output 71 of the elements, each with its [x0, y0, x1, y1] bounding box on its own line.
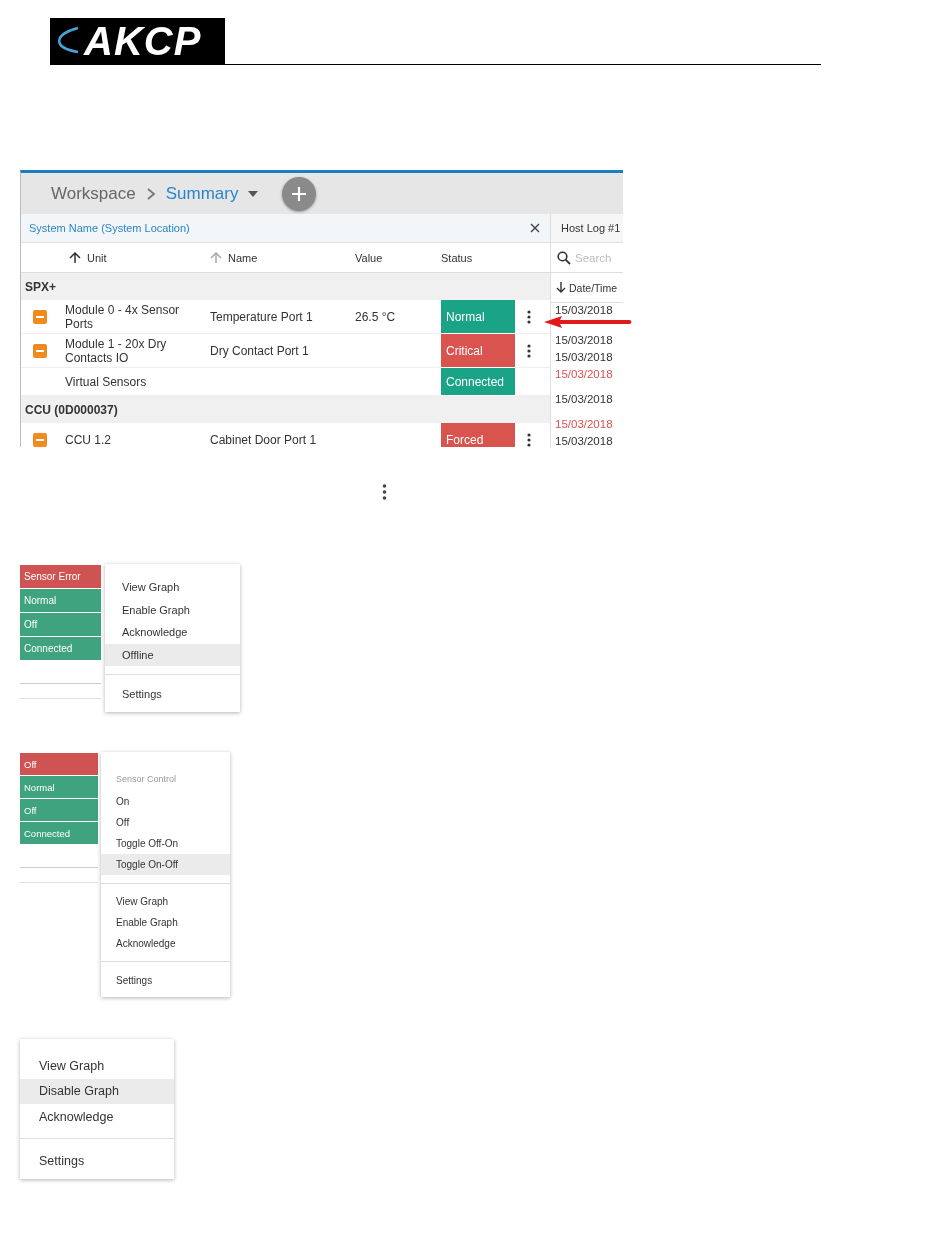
log-date: 15/03/2018 — [555, 434, 614, 447]
more-icon[interactable] — [527, 343, 531, 358]
collapse-icon[interactable] — [33, 309, 47, 324]
log-date: 15/03/2018 — [555, 417, 614, 431]
menu-item[interactable]: Disable Graph — [20, 1078, 174, 1104]
group-header: CCU (0D000037) — [25, 402, 118, 417]
menu-item[interactable]: Acknowledge — [105, 621, 240, 644]
unit-name: Module 1 - 20x Dry Contacts IO — [65, 336, 168, 365]
menu-item[interactable]: View Graph — [101, 890, 230, 912]
collapse-icon[interactable] — [33, 343, 47, 358]
status-label: Off — [20, 613, 101, 637]
menu-item[interactable]: On — [101, 791, 230, 813]
search-icon — [557, 250, 571, 265]
status-label: Off — [20, 753, 98, 776]
status-label: Normal — [441, 300, 515, 334]
column-header[interactable]: Date/Time — [569, 281, 618, 294]
log-date: 15/03/2018 — [555, 333, 614, 347]
breadcrumb-item[interactable]: Workspace — [51, 183, 136, 204]
menu-item[interactable]: Toggle On-Off — [101, 854, 230, 876]
close-icon — [530, 223, 540, 233]
menu-item[interactable]: Toggle Off-On — [101, 833, 230, 855]
menu-item[interactable]: View Graph — [20, 1053, 174, 1079]
sensor-name: Cabinet Door Port 1 — [210, 432, 317, 447]
unit-name: CCU 1.2 — [65, 432, 111, 447]
menu-item[interactable]: Enable Graph — [101, 911, 230, 933]
tab[interactable]: Host Log #1 — [551, 214, 623, 243]
search-field[interactable]: Search — [575, 251, 617, 264]
log-date: 15/03/2018 — [555, 350, 614, 364]
more-icon — [381, 484, 388, 500]
menu-item[interactable]: Acknowledge — [20, 1104, 174, 1130]
collapse-icon[interactable] — [33, 432, 47, 447]
group-header: SPX+ — [25, 279, 57, 294]
unit-name: Virtual Sensors — [65, 374, 147, 389]
add-button[interactable] — [282, 176, 317, 211]
log-date: 15/03/2018 — [555, 367, 614, 381]
menu-item[interactable]: Settings — [105, 682, 240, 706]
more-icon[interactable] — [527, 432, 531, 447]
sensor-name: Dry Contact Port 1 — [210, 343, 309, 358]
column-header[interactable]: Unit — [87, 251, 107, 264]
status-label: Connected — [20, 637, 101, 661]
more-icon[interactable] — [527, 309, 531, 324]
status-label: Normal — [20, 776, 98, 799]
plus-icon — [291, 185, 308, 202]
menu-item[interactable]: Settings — [101, 969, 230, 991]
logo: AKCP — [50, 18, 225, 65]
menu-item[interactable]: Settings — [20, 1148, 174, 1174]
menu-item[interactable]: Acknowledge — [101, 932, 230, 954]
panel-title: System Name (System Location) — [29, 222, 190, 234]
log-date: 15/03/2018 — [555, 303, 614, 317]
status-label: Normal — [20, 589, 101, 613]
chevron-icon — [145, 187, 156, 200]
caret-icon — [248, 190, 259, 197]
status-label: Critical — [441, 334, 515, 368]
sensor-name: Temperature Port 1 — [210, 309, 313, 324]
menu-item[interactable]: Offline — [105, 643, 240, 666]
menu-item[interactable]: Enable Graph — [105, 598, 240, 621]
status-label: Connected — [20, 822, 98, 845]
sensor-value: 26.5 °C — [355, 309, 396, 324]
column-header[interactable]: Status — [441, 251, 473, 264]
unit-name: Module 0 - 4x Sensor Ports — [65, 302, 181, 331]
status-label: Sensor Error — [20, 565, 101, 589]
status-label: Off — [20, 799, 98, 822]
status-label: Forced — [441, 423, 515, 447]
column-header[interactable]: Name — [228, 251, 258, 264]
status-label: Connected — [441, 368, 515, 396]
menu-item[interactable]: Off — [101, 812, 230, 834]
menu-section-title: Sensor Control — [115, 772, 178, 786]
sort-arrow-icon — [556, 282, 566, 293]
column-header[interactable]: Value — [355, 251, 383, 264]
menu-item[interactable]: View Graph — [105, 576, 240, 599]
log-date: 15/03/2018 — [555, 392, 614, 406]
